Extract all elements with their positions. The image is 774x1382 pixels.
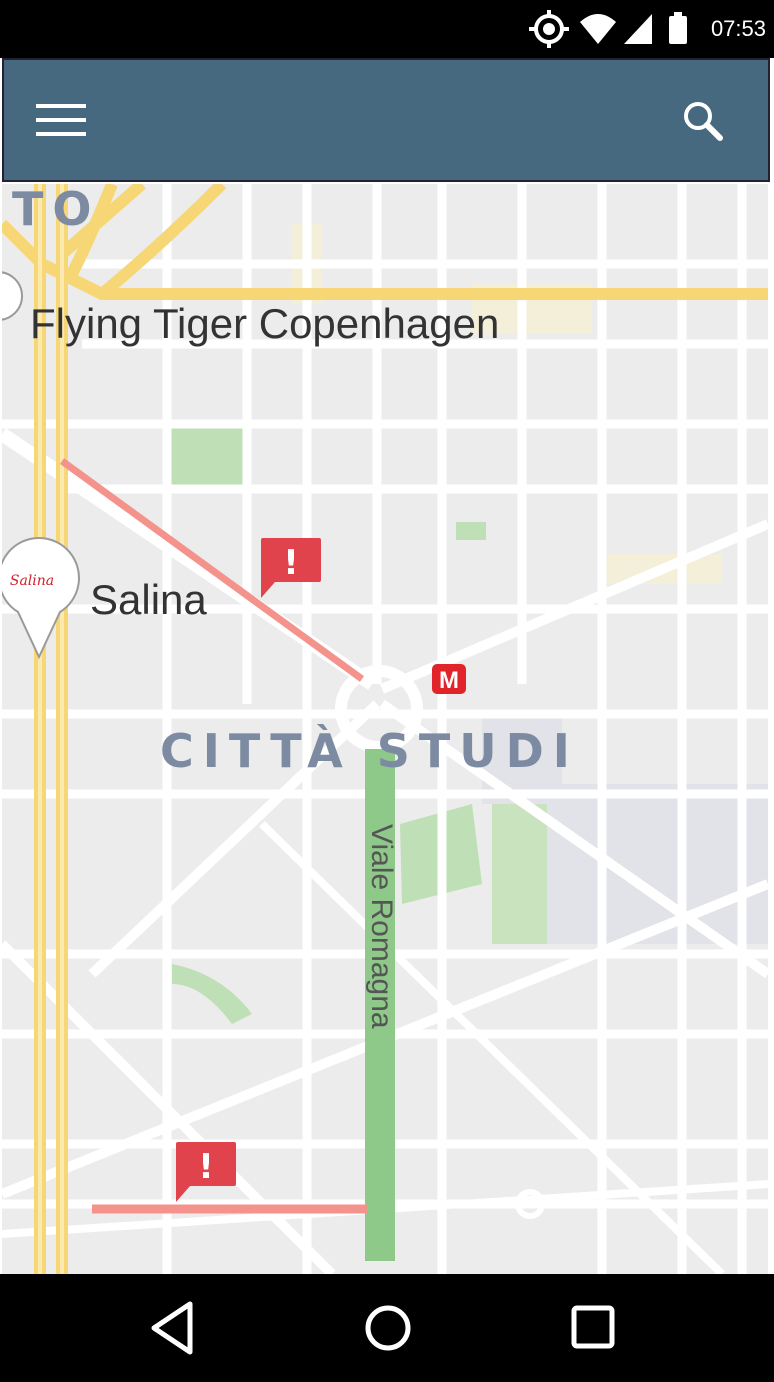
poi-label-flying-tiger[interactable]: Flying Tiger Copenhagen: [30, 300, 499, 348]
status-time: 07:53: [710, 16, 766, 41]
recents-square-icon: [571, 1305, 615, 1349]
poi-label-salina[interactable]: Salina: [90, 576, 207, 624]
recents-button[interactable]: [562, 1298, 626, 1358]
poi-pin-salina[interactable]: Salina: [2, 532, 82, 660]
map-view[interactable]: M TO Flying Tiger Copenhagen Salina Sali…: [2, 184, 768, 1274]
poi-pin-flying-tiger[interactable]: [2, 266, 24, 346]
alert-icon: !: [283, 543, 299, 583]
nav-bar: [0, 1274, 774, 1382]
search-icon: [684, 102, 723, 141]
metro-label: M: [439, 667, 459, 694]
street-label-viale-romagna: Viale Romagna: [365, 824, 398, 1029]
menu-button[interactable]: [34, 98, 90, 142]
back-triangle-icon: [151, 1301, 193, 1355]
alert-marker-1[interactable]: !: [259, 536, 323, 600]
home-circle-icon: [365, 1305, 411, 1351]
salina-logo: Salina: [10, 573, 54, 589]
wifi-icon: [580, 14, 616, 44]
district-label-partial: TO: [12, 184, 101, 236]
alert-marker-2[interactable]: !: [174, 1140, 238, 1204]
status-bar: 07:53: [0, 0, 774, 58]
search-button[interactable]: [678, 96, 728, 146]
battery-icon: [669, 12, 687, 44]
gps-icon: [529, 10, 569, 48]
home-button[interactable]: [356, 1298, 420, 1358]
alert-icon: !: [198, 1147, 214, 1187]
menu-icon: [36, 104, 86, 136]
signal-icon: [624, 14, 652, 44]
app-bar: [2, 58, 770, 182]
district-label: CITTÀ STUDI: [160, 724, 579, 778]
back-button[interactable]: [148, 1298, 212, 1358]
